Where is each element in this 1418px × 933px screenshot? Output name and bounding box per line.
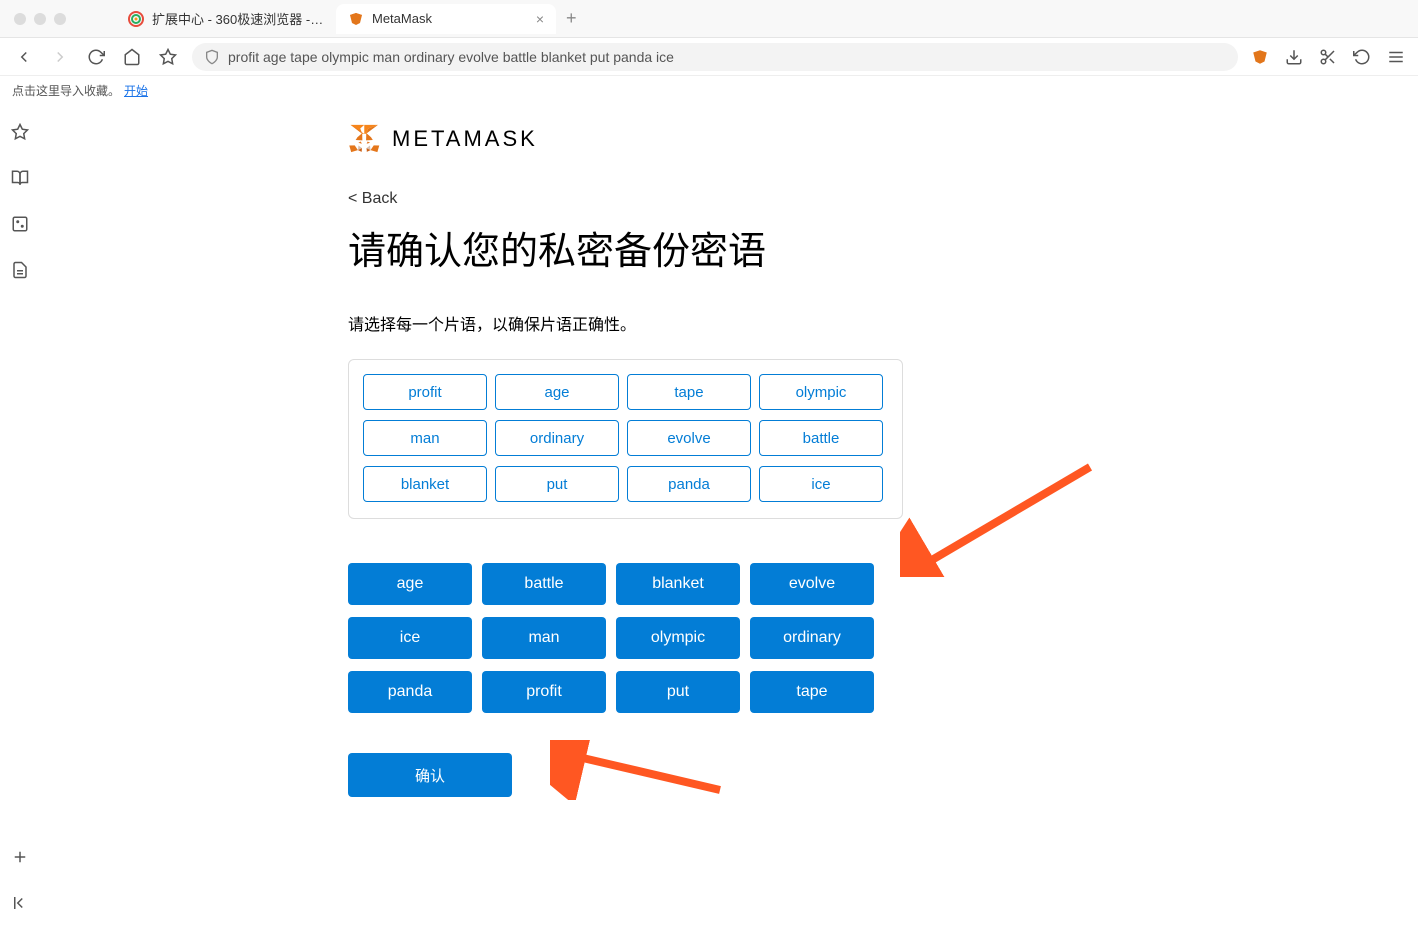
metamask-fox-icon xyxy=(348,124,380,154)
selected-word-chip[interactable]: age xyxy=(495,374,619,410)
document-icon[interactable] xyxy=(10,260,30,280)
available-word-button[interactable]: ice xyxy=(348,617,472,659)
address-bar[interactable]: profit age tape olympic man ordinary evo… xyxy=(192,43,1238,71)
close-window-button[interactable] xyxy=(14,13,26,25)
selected-word-chip[interactable]: tape xyxy=(627,374,751,410)
selected-word-chip[interactable]: ice xyxy=(759,466,883,502)
reload-button[interactable] xyxy=(84,45,108,69)
page-content: METAMASK < Back 请确认您的私密备份密语 请选择每一个片语，以确保… xyxy=(40,104,1418,933)
metamask-icon xyxy=(348,11,364,27)
undo-icon[interactable] xyxy=(1352,47,1372,67)
menu-icon[interactable] xyxy=(1386,47,1406,67)
available-word-button[interactable]: battle xyxy=(482,563,606,605)
favorites-sidebar-icon[interactable] xyxy=(10,122,30,142)
maximize-window-button[interactable] xyxy=(54,13,66,25)
available-word-button[interactable]: age xyxy=(348,563,472,605)
bookmark-hint: 点击这里导入收藏。 xyxy=(12,82,120,99)
window-controls xyxy=(14,13,66,25)
left-sidebar xyxy=(0,104,40,933)
available-word-button[interactable]: put xyxy=(616,671,740,713)
close-tab-icon[interactable]: × xyxy=(536,11,544,27)
forward-button[interactable] xyxy=(48,45,72,69)
tab-strip: 扩展中心 - 360极速浏览器 - 小工具 MetaMask × + xyxy=(116,0,587,37)
360-icon xyxy=(128,11,144,27)
available-word-button[interactable]: profit xyxy=(482,671,606,713)
toolbar-right xyxy=(1250,47,1406,67)
selected-word-chip[interactable]: panda xyxy=(627,466,751,502)
minimize-window-button[interactable] xyxy=(34,13,46,25)
available-word-button[interactable]: tape xyxy=(750,671,874,713)
home-button[interactable] xyxy=(120,45,144,69)
back-button[interactable] xyxy=(12,45,36,69)
tab-title: MetaMask xyxy=(372,11,528,26)
page-subtext: 请选择每一个片语，以确保片语正确性。 xyxy=(348,311,968,335)
selected-word-chip[interactable]: profit xyxy=(363,374,487,410)
new-tab-button[interactable]: + xyxy=(556,8,587,29)
collapse-sidebar-icon[interactable] xyxy=(10,893,30,913)
available-word-button[interactable]: panda xyxy=(348,671,472,713)
selected-word-chip[interactable]: battle xyxy=(759,420,883,456)
tab-360-extensions[interactable]: 扩展中心 - 360极速浏览器 - 小工具 xyxy=(116,4,336,34)
selected-word-chip[interactable]: olympic xyxy=(759,374,883,410)
available-word-button[interactable]: ordinary xyxy=(750,617,874,659)
available-word-button[interactable]: olympic xyxy=(616,617,740,659)
available-word-button[interactable]: blanket xyxy=(616,563,740,605)
page-title: 请确认您的私密备份密语 xyxy=(348,220,968,275)
reading-list-icon[interactable] xyxy=(10,168,30,188)
add-sidebar-icon[interactable] xyxy=(10,847,30,867)
selected-word-chip[interactable]: man xyxy=(363,420,487,456)
logo-text: METAMASK xyxy=(392,126,538,152)
tab-title: 扩展中心 - 360极速浏览器 - 小工具 xyxy=(152,9,324,28)
media-icon[interactable] xyxy=(10,214,30,234)
sidebar-bottom xyxy=(0,847,40,913)
url-text: profit age tape olympic man ordinary evo… xyxy=(228,49,674,65)
available-words-grid: age battle blanket evolve ice man olympi… xyxy=(348,563,968,713)
browser-titlebar: 扩展中心 - 360极速浏览器 - 小工具 MetaMask × + xyxy=(0,0,1418,38)
back-link[interactable]: < Back xyxy=(348,190,397,208)
selected-word-chip[interactable]: ordinary xyxy=(495,420,619,456)
favorite-button[interactable] xyxy=(156,45,180,69)
available-word-button[interactable]: evolve xyxy=(750,563,874,605)
logo: METAMASK xyxy=(348,124,968,154)
browser-toolbar: profit age tape olympic man ordinary evo… xyxy=(0,38,1418,76)
selected-words-box: profit age tape olympic man ordinary evo… xyxy=(348,359,903,519)
download-icon[interactable] xyxy=(1284,47,1304,67)
confirm-button[interactable]: 确认 xyxy=(348,753,512,797)
bookmark-bar: 点击这里导入收藏。 开始 xyxy=(0,76,1418,104)
bookmark-start-link[interactable]: 开始 xyxy=(124,82,148,99)
selected-word-chip[interactable]: blanket xyxy=(363,466,487,502)
metamask-extension-icon[interactable] xyxy=(1250,47,1270,67)
selected-word-chip[interactable]: put xyxy=(495,466,619,502)
available-word-button[interactable]: man xyxy=(482,617,606,659)
shield-icon xyxy=(204,49,220,65)
scissors-icon[interactable] xyxy=(1318,47,1338,67)
selected-word-chip[interactable]: evolve xyxy=(627,420,751,456)
tab-metamask[interactable]: MetaMask × xyxy=(336,4,556,34)
selected-words-grid: profit age tape olympic man ordinary evo… xyxy=(363,374,888,502)
